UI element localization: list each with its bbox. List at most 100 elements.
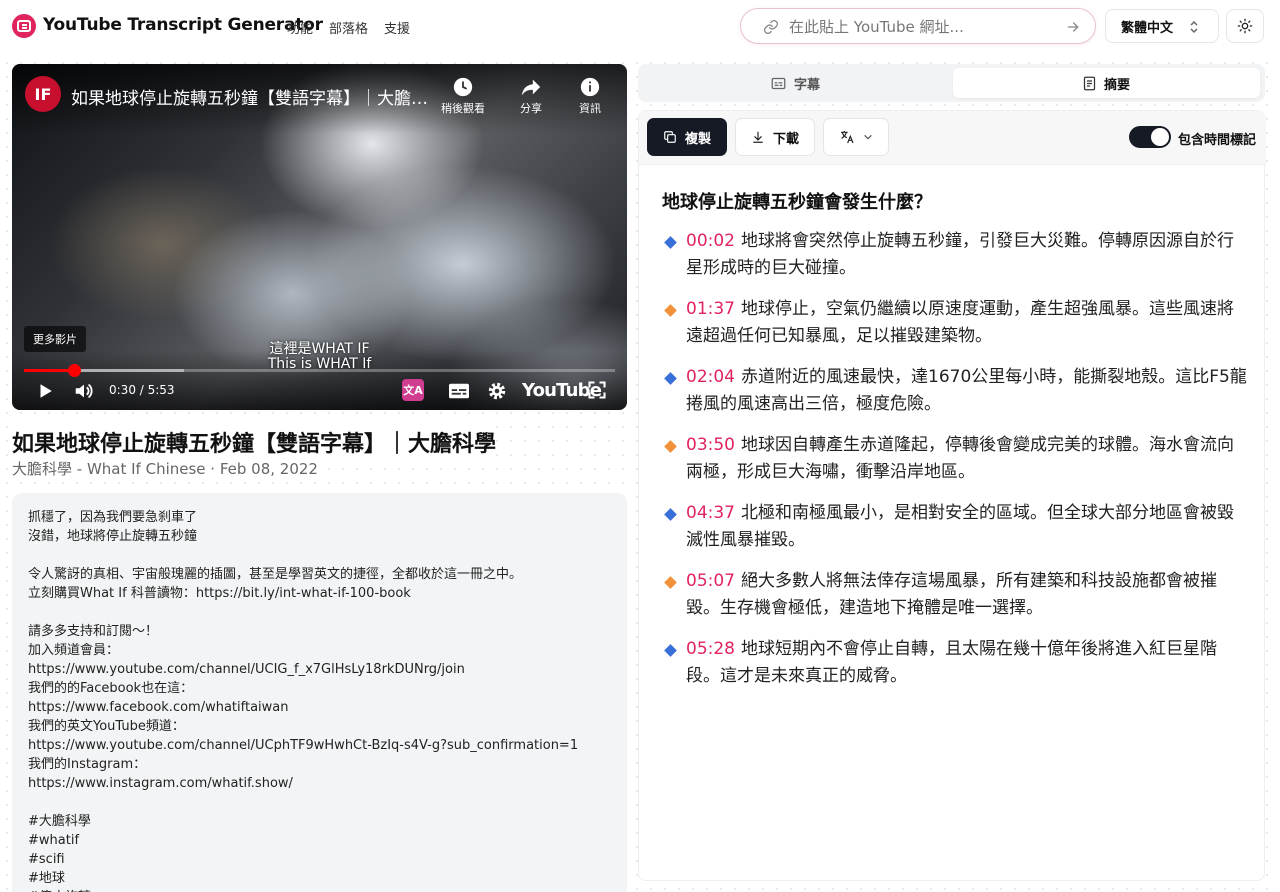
progress-scrubber[interactable] (68, 364, 82, 377)
info-label: 資訊 (579, 102, 601, 115)
description-line (28, 603, 611, 622)
description-line: 加入頻道會員： (28, 643, 120, 658)
copy-button[interactable]: 複製 (647, 118, 727, 156)
brand-title[interactable]: YouTube Transcript Generator (43, 15, 323, 35)
timestamp-link[interactable]: 05:28 (686, 639, 735, 659)
fullscreen-icon[interactable] (587, 380, 607, 400)
subtitles-icon[interactable] (448, 381, 470, 401)
summary-title: 地球停止旋轉五秒鐘會發生什麼？ (662, 192, 932, 213)
copy-icon (664, 131, 676, 143)
link-icon (764, 20, 778, 34)
nav-item-support[interactable]: 支援 (384, 18, 410, 37)
url-input-box (740, 8, 1096, 44)
diamond-bullet-icon (664, 440, 677, 453)
summary-toolbar: 複製 下載 包含時間標記 (639, 111, 1266, 165)
theme-toggle-button[interactable] (1226, 9, 1264, 43)
chevron-updown-icon (1190, 20, 1198, 34)
download-icon (753, 131, 763, 143)
translate-icon (841, 131, 854, 144)
sun-icon (1237, 18, 1253, 34)
chevron-down-icon (864, 134, 872, 140)
top-header: YouTube Transcript Generator 功能 部落格 支援 繁… (0, 0, 1280, 52)
tab-summary-label: 摘要 (1103, 77, 1130, 93)
diamond-bullet-icon (664, 236, 677, 249)
summary-text: 地球停止，空氣仍繼續以原速度運動，產生超強風暴。這些風速將遠超過任何已知暴風，足… (686, 299, 1234, 346)
description-line: #大膽科學 (28, 814, 91, 829)
app-logo-icon[interactable] (12, 14, 36, 38)
clock-icon (453, 77, 473, 97)
description-line: #whatif (28, 833, 80, 848)
timestamp-link[interactable]: 04:37 (686, 503, 735, 523)
youtube-url-input[interactable] (789, 16, 1059, 38)
player-video-title[interactable]: 如果地球停止旋轉五秒鐘【雙語字幕】｜大膽科學 (71, 84, 431, 109)
description-line: #地球 (28, 871, 65, 886)
summary-item: 05:07 絕大多數人將無法倖存這場風暴，所有建築和科技設施都會被摧毀。生存機會極… (662, 568, 1247, 622)
nav-item-blog[interactable]: 部落格 (329, 18, 368, 37)
watch-later-button[interactable]: 稍後觀看 (433, 76, 493, 116)
document-icon (1083, 76, 1096, 90)
info-button[interactable]: 資訊 (560, 76, 620, 116)
video-title: 如果地球停止旋轉五秒鐘【雙語字幕】｜大膽科學 (12, 426, 497, 458)
progress-played (24, 369, 75, 372)
description-line: 立刻購買What If 科普讀物：https://bit.ly/int-what… (28, 586, 411, 601)
video-meta: 大膽科學 - What If Chinese · Feb 08, 2022 (12, 458, 318, 479)
share-label: 分享 (520, 102, 542, 115)
summary-item: 03:50 地球因自轉產生赤道隆起，停轉後會變成完美的球體。海水會流向兩極，形成巨… (662, 432, 1247, 486)
diamond-bullet-icon (664, 644, 677, 657)
summary-item: 02:04 赤道附近的風速最快，達1670公里每小時，能撕裂地殼。這比F5龍捲風的… (662, 364, 1247, 418)
video-player[interactable]: IF 如果地球停止旋轉五秒鐘【雙語字幕】｜大膽科學 稍後觀看 分享 資訊 更多影… (12, 64, 627, 410)
summary-list: 00:02 地球將會突然停止旋轉五秒鐘，引發巨大災難。停轉原因源自於行星形成時的巨… (662, 228, 1247, 704)
timestamp-link[interactable]: 05:07 (686, 571, 735, 591)
channel-avatar[interactable]: IF (25, 76, 61, 112)
translate-icon[interactable]: 文A (402, 379, 424, 401)
tab-summary[interactable]: 摘要 (953, 68, 1260, 98)
diamond-bullet-icon (664, 508, 677, 521)
settings-gear-icon[interactable] (486, 380, 508, 402)
share-icon (521, 79, 541, 96)
copy-label: 複製 (684, 131, 711, 147)
summary-item: 01:37 地球停止，空氣仍繼續以原速度運動，產生超強風暴。這些風速將遠超過任何已… (662, 296, 1247, 350)
timestamp-link[interactable]: 02:04 (686, 367, 735, 387)
description-line (28, 546, 611, 565)
summary-text: 絕大多數人將無法倖存這場風暴，所有建築和科技設施都會被摧毀。生存機會極低，建造地… (686, 571, 1217, 618)
diamond-bullet-icon (664, 372, 677, 385)
summary-panel: 複製 下載 包含時間標記 地球停止旋轉五秒鐘會發生什麼？ 00:02 地球將會突然… (638, 110, 1266, 881)
download-button[interactable]: 下載 (735, 118, 815, 156)
timestamp-link[interactable]: 01:37 (686, 299, 735, 319)
share-button[interactable]: 分享 (501, 76, 561, 116)
summary-text: 北極和南極風最小，是相對安全的區域。但全球大部分地區會被毀滅性風暴摧毀。 (686, 503, 1234, 550)
tab-subtitles[interactable]: 字幕 (642, 68, 949, 98)
volume-icon[interactable] (73, 380, 95, 402)
progress-bar[interactable] (24, 364, 615, 377)
arrow-right-icon[interactable] (1065, 19, 1081, 35)
summary-item: 00:02 地球將會突然停止旋轉五秒鐘，引發巨大災難。停轉原因源自於行星形成時的巨… (662, 228, 1247, 282)
summary-item: 04:37 北極和南極風最小，是相對安全的區域。但全球大部分地區會被毀滅性風暴摧毀… (662, 500, 1247, 554)
description-line (28, 793, 611, 812)
language-select[interactable]: 繁體中文 (1105, 9, 1219, 43)
timestamp-link[interactable]: 00:02 (686, 231, 735, 251)
summary-text: 地球因自轉產生赤道隆起，停轉後會變成完美的球體。海水會流向兩極，形成巨大海嘯，衝… (686, 435, 1234, 482)
play-icon[interactable] (36, 382, 54, 400)
description-line: 我們的的Facebook也在這： (28, 681, 194, 696)
description-line: 我們的英文YouTube頻道： (28, 719, 185, 734)
nav-item-features[interactable]: 功能 (287, 18, 313, 37)
description-line: #停止旋轉 (28, 888, 611, 892)
description-line: https://www.youtube.com/channel/UCIG_f_x… (28, 662, 465, 677)
video-description: 抓穩了，因為我們要急刹車了 沒錯，地球將停止旋轉五秒鐘 令人驚訝的真相、宇宙般瑰麗的… (12, 493, 627, 892)
tab-subtitles-label: 字幕 (793, 77, 820, 93)
description-line: 令人驚訝的真相、宇宙般瑰麗的插圖，甚至是學習英文的捷徑，全都收於這一冊之中。 (28, 567, 523, 582)
description-line: https://www.facebook.com/whatiftaiwan (28, 700, 289, 715)
download-label: 下載 (772, 131, 799, 147)
timestamps-toggle-label: 包含時間標記 (1178, 133, 1257, 148)
timestamp-link[interactable]: 03:50 (686, 435, 735, 455)
language-label: 繁體中文 (1121, 20, 1174, 36)
summary-text: 地球將會突然停止旋轉五秒鐘，引發巨大災難。停轉原因源自於行星形成時的巨大碰撞。 (686, 231, 1234, 278)
description-line: 我們的Instagram： (28, 757, 147, 772)
info-icon (580, 77, 600, 97)
description-line: 請多多支持和訂閱～！ (28, 624, 159, 639)
timestamps-toggle[interactable] (1129, 126, 1171, 148)
translate-dropdown[interactable] (823, 118, 889, 156)
description-line: 沒錯，地球將停止旋轉五秒鐘 (28, 529, 198, 544)
description-line: https://www.youtube.com/channel/UCphTF9w… (28, 738, 579, 753)
caption-zh: 這裡是WHAT IF (269, 341, 370, 357)
